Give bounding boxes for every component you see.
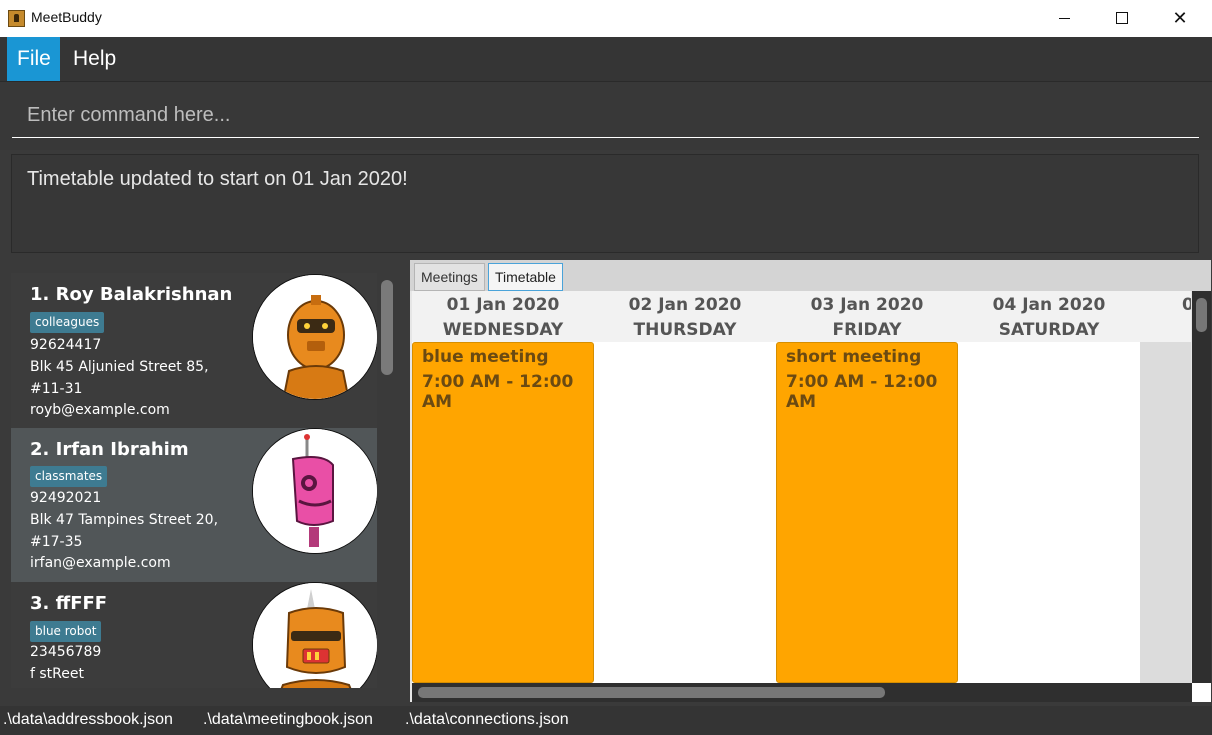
meeting-time: 7:00 AM - 12:00 AM xyxy=(422,372,574,412)
day-header: 03 Jan 2020 FRIDAY xyxy=(776,291,958,342)
day-date: 01 Jan 2020 xyxy=(446,295,560,315)
status-bar: .\data\addressbook.json .\data\meetingbo… xyxy=(0,706,1212,735)
day-column: short meeting 7:00 AM - 12:00 AM xyxy=(776,342,958,683)
tab-timetable[interactable]: Timetable xyxy=(488,263,563,291)
day-weekday: THURSDAY xyxy=(633,320,737,340)
timetable-horizontal-scroll-thumb[interactable] xyxy=(418,687,885,698)
robot-avatar-icon xyxy=(253,583,377,688)
person-tag: blue robot xyxy=(30,621,102,642)
person-name: 3. ffFFF xyxy=(30,593,108,614)
day-header: 04 Jan 2020 SATURDAY xyxy=(958,291,1140,342)
day-header: 02 Jan 2020 THURSDAY xyxy=(594,291,776,342)
tab-pane: Meetings Timetable 01 Jan 2020 WEDNESDAY… xyxy=(410,260,1211,702)
person-email: irfan@example.com xyxy=(30,555,171,571)
timetable-view: 01 Jan 2020 WEDNESDAY 02 Jan 2020 THURSD… xyxy=(412,291,1191,683)
day-date: 04 Jan 2020 xyxy=(992,295,1106,315)
person-tag: colleagues xyxy=(30,312,105,333)
day-column xyxy=(958,342,1140,683)
person-phone: 92492021 xyxy=(30,490,102,506)
maximize-button[interactable] xyxy=(1093,0,1151,37)
menu-bar: File Help xyxy=(0,37,1212,82)
title-bar: MeetBuddy ✕ xyxy=(0,0,1212,37)
avatar xyxy=(252,428,377,554)
meeting-time: 7:00 AM - 12:00 AM xyxy=(786,372,938,412)
person-name: 1. Roy Balakrishnan xyxy=(30,284,233,305)
scrollbar-corner xyxy=(1192,683,1211,702)
robot-avatar-icon xyxy=(253,429,377,553)
person-list-scroll-thumb[interactable] xyxy=(381,280,393,375)
person-card[interactable]: 2. Irfan Ibrahim classmates 92492021 Blk… xyxy=(11,428,377,582)
person-phone: 92624417 xyxy=(30,337,102,353)
timetable-vertical-scroll-thumb[interactable] xyxy=(1196,298,1207,332)
person-name: 2. Irfan Ibrahim xyxy=(30,439,189,460)
day-column xyxy=(1140,342,1191,683)
command-box xyxy=(0,82,1212,150)
person-tag: classmates xyxy=(30,466,108,487)
person-card[interactable]: 3. ffFFF blue robot 23456789 f stReet xyxy=(11,582,377,688)
day-header: 0 xyxy=(1140,291,1191,342)
day-weekday: SATURDAY xyxy=(998,320,1100,340)
avatar xyxy=(252,274,377,400)
person-address-unit: #11-31 xyxy=(30,381,83,397)
day-header: 01 Jan 2020 WEDNESDAY xyxy=(412,291,594,342)
person-address-unit: #17-35 xyxy=(30,534,83,550)
status-addressbook-path: .\data\addressbook.json xyxy=(3,711,173,728)
tab-meetings[interactable]: Meetings xyxy=(414,263,485,291)
meeting-block[interactable]: short meeting 7:00 AM - 12:00 AM xyxy=(776,342,958,683)
close-button[interactable]: ✕ xyxy=(1151,0,1209,37)
day-date: 02 Jan 2020 xyxy=(628,295,742,315)
status-meetingbook-path: .\data\meetingbook.json xyxy=(203,711,373,728)
app-icon xyxy=(8,10,25,27)
timetable-vertical-scrollbar[interactable] xyxy=(1192,291,1211,683)
person-address: f stReet xyxy=(30,666,84,682)
close-icon: ✕ xyxy=(1172,8,1188,29)
command-input[interactable] xyxy=(12,94,1199,138)
day-column: blue meeting 7:00 AM - 12:00 AM xyxy=(412,342,594,683)
day-date: 0 xyxy=(1182,295,1191,315)
minimize-button[interactable] xyxy=(1035,0,1093,37)
person-address: Blk 47 Tampines Street 20, xyxy=(30,512,219,528)
day-weekday: WEDNESDAY xyxy=(442,320,564,340)
person-phone: 23456789 xyxy=(30,644,102,660)
robot-avatar-icon xyxy=(253,275,377,399)
result-display: Timetable updated to start on 01 Jan 202… xyxy=(11,154,1199,253)
day-column xyxy=(594,342,776,683)
menu-help[interactable]: Help xyxy=(63,37,126,81)
result-text: Timetable updated to start on 01 Jan 202… xyxy=(27,168,408,190)
meeting-block[interactable]: blue meeting 7:00 AM - 12:00 AM xyxy=(412,342,594,683)
person-card[interactable]: 1. Roy Balakrishnan colleagues 92624417 … xyxy=(11,273,377,427)
day-date: 03 Jan 2020 xyxy=(810,295,924,315)
person-email: royb@example.com xyxy=(30,402,170,418)
window-title: MeetBuddy xyxy=(31,9,102,25)
meeting-name: short meeting xyxy=(786,347,922,367)
tab-strip: Meetings Timetable xyxy=(410,260,1211,291)
person-list: 1. Roy Balakrishnan colleagues 92624417 … xyxy=(11,273,377,688)
day-weekday: FRIDAY xyxy=(832,320,902,340)
avatar xyxy=(252,582,377,688)
person-address: Blk 45 Aljunied Street 85, xyxy=(30,359,209,375)
menu-file[interactable]: File xyxy=(7,37,60,81)
status-connections-path: .\data\connections.json xyxy=(405,711,569,728)
meeting-name: blue meeting xyxy=(422,347,549,367)
